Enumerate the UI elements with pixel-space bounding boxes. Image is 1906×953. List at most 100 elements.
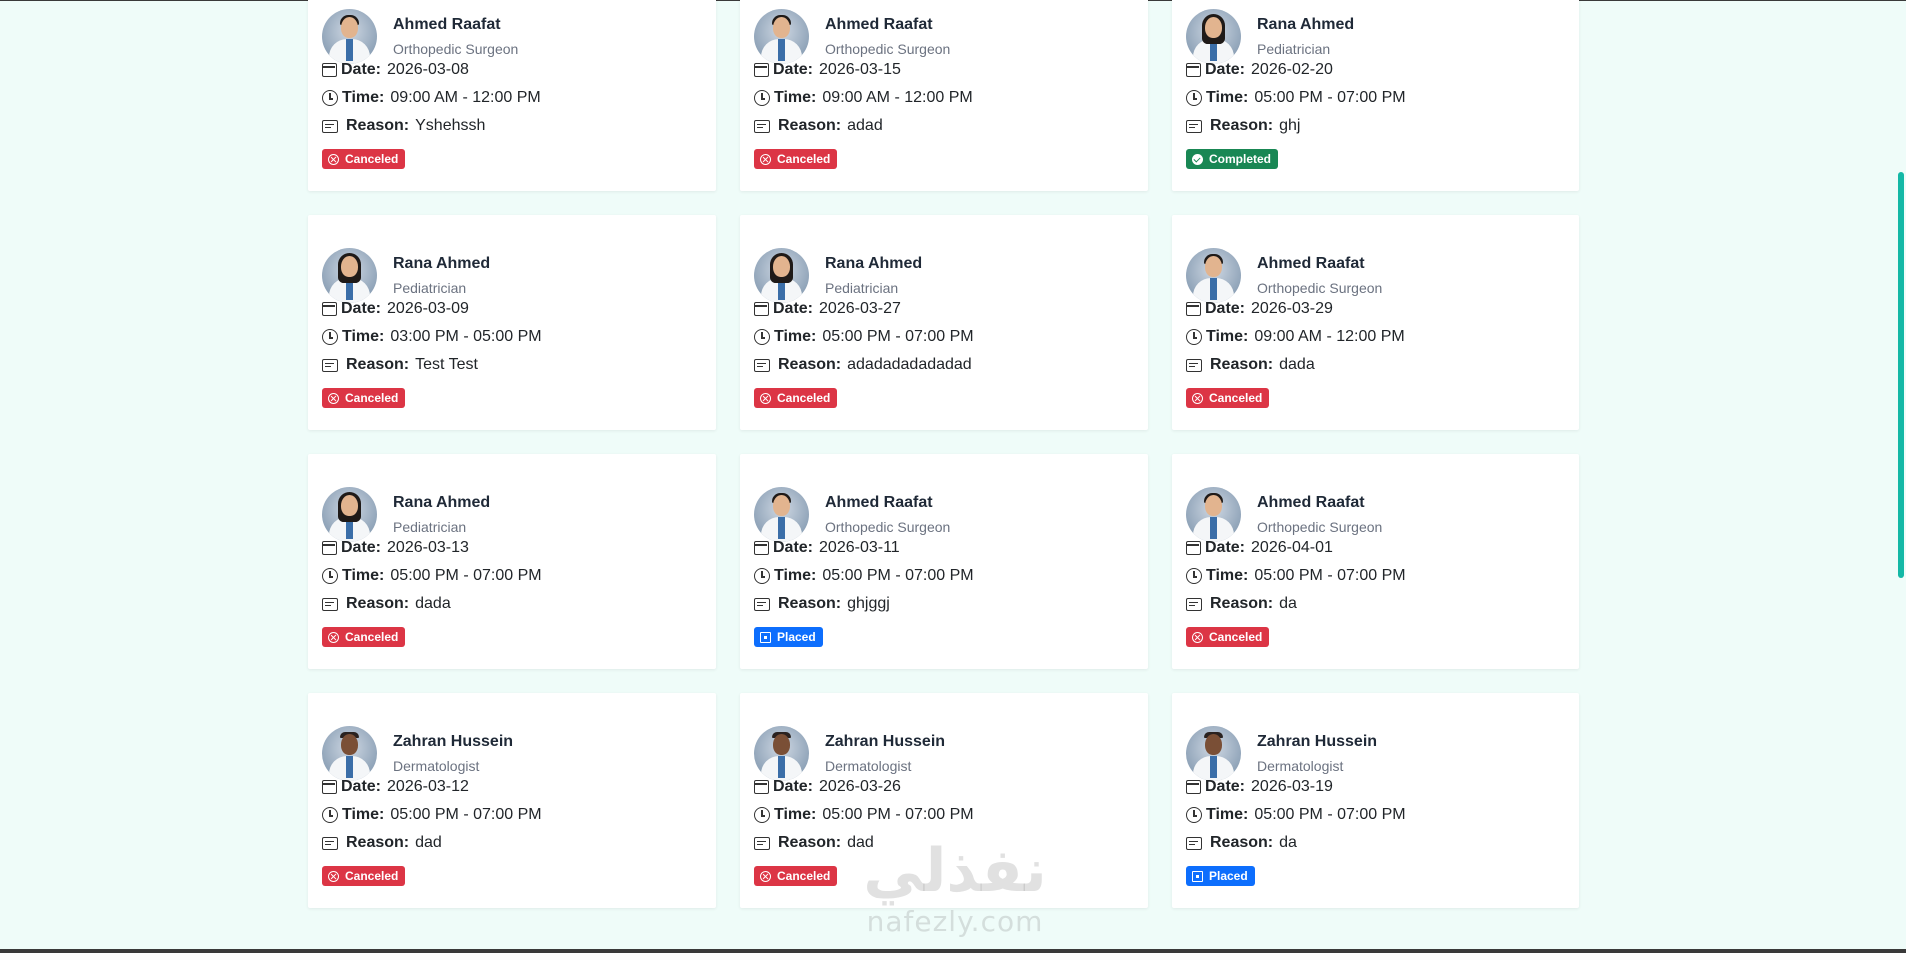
doctor-avatar — [322, 487, 377, 542]
message-icon — [754, 358, 770, 372]
doctor-name: Zahran Hussein — [1257, 733, 1378, 750]
appointment-reason: Reason: dada — [322, 594, 451, 614]
appointment-card: Rana Ahmed Pediatrician Date: 2026-03-09… — [308, 215, 716, 430]
status-text: Canceled — [1209, 630, 1263, 644]
time-value: 09:00 AM - 12:00 PM — [1254, 328, 1405, 345]
reason-label: Reason: — [778, 356, 842, 373]
doctor-specialty: Pediatrician — [393, 519, 467, 535]
time-value: 05:00 PM - 07:00 PM — [822, 806, 974, 823]
date-label: Date: — [341, 300, 382, 317]
doctor-specialty: Orthopedic Surgeon — [825, 41, 951, 57]
doctor-specialty: Dermatologist — [1257, 758, 1344, 774]
calendar-icon — [1186, 780, 1201, 794]
date-label: Date: — [341, 778, 382, 795]
scrollbar-thumb[interactable] — [1898, 172, 1904, 578]
appointment-reason: Reason: da — [1186, 833, 1297, 853]
doctor-specialty: Orthopedic Surgeon — [1257, 280, 1383, 296]
status-text: Canceled — [345, 152, 399, 166]
message-icon — [1186, 119, 1202, 133]
appointment-card: Rana Ahmed Pediatrician Date: 2026-02-20… — [1172, 0, 1579, 191]
appointment-card: Zahran Hussein Dermatologist Date: 2026-… — [740, 693, 1148, 908]
date-value: 2026-03-29 — [1251, 300, 1333, 317]
doctor-header: Ahmed Raafat Orthopedic Surgeon — [754, 487, 950, 542]
appointment-card: Rana Ahmed Pediatrician Date: 2026-03-13… — [308, 454, 716, 669]
clock-icon — [1186, 568, 1202, 584]
reason-value: Test Test — [415, 356, 478, 373]
date-value: 2026-03-13 — [387, 539, 469, 556]
status-badge: Canceled — [1186, 388, 1270, 408]
status-text: Placed — [1209, 869, 1248, 883]
calendar-icon — [1186, 63, 1201, 77]
status-badge: Canceled — [754, 388, 838, 408]
time-label: Time: — [774, 567, 817, 584]
x-circle-icon — [328, 631, 339, 643]
reason-label: Reason: — [346, 356, 410, 373]
doctor-name: Rana Ahmed — [825, 255, 923, 272]
doctor-specialty: Dermatologist — [825, 758, 912, 774]
reason-value: dad — [415, 834, 442, 851]
clock-icon — [754, 329, 770, 345]
appointment-date: Date: 2026-03-11 — [754, 538, 900, 558]
appointment-card: Ahmed Raafat Orthopedic Surgeon Date: 20… — [740, 0, 1148, 191]
doctor-name: Zahran Hussein — [825, 733, 946, 750]
appointment-card: Ahmed Raafat Orthopedic Surgeon Date: 20… — [740, 454, 1148, 669]
clock-icon — [754, 568, 770, 584]
message-icon — [322, 119, 338, 133]
time-value: 09:00 AM - 12:00 PM — [822, 89, 973, 106]
x-circle-icon — [760, 392, 771, 404]
doctor-header: Zahran Hussein Dermatologist — [754, 726, 945, 781]
appointment-card: Zahran Hussein Dermatologist Date: 2026-… — [308, 693, 716, 908]
appointment-reason: Reason: adadadadadadad — [754, 355, 972, 375]
doctor-avatar — [322, 9, 377, 64]
doctor-header: Ahmed Raafat Orthopedic Surgeon — [1186, 248, 1382, 303]
clock-icon — [322, 568, 338, 584]
time-value: 05:00 PM - 07:00 PM — [1254, 89, 1406, 106]
status-text: Canceled — [777, 152, 831, 166]
time-value: 03:00 PM - 05:00 PM — [390, 328, 542, 345]
appointment-time: Time: 05:00 PM - 07:00 PM — [754, 566, 974, 586]
status-text: Canceled — [1209, 391, 1263, 405]
doctor-header: Rana Ahmed Pediatrician — [322, 248, 490, 303]
message-icon — [322, 597, 338, 611]
doctor-specialty: Dermatologist — [393, 758, 480, 774]
message-icon — [1186, 836, 1202, 850]
date-label: Date: — [773, 61, 814, 78]
message-icon — [1186, 358, 1202, 372]
clock-icon — [322, 807, 338, 823]
date-value: 2026-03-09 — [387, 300, 469, 317]
doctor-name: Rana Ahmed — [393, 255, 491, 272]
clock-icon — [1186, 329, 1202, 345]
appointment-date: Date: 2026-03-12 — [322, 777, 469, 797]
status-badge: Canceled — [754, 866, 838, 886]
status-badge: Canceled — [322, 866, 406, 886]
calendar-icon — [322, 63, 337, 77]
time-label: Time: — [774, 89, 817, 106]
appointment-time: Time: 05:00 PM - 07:00 PM — [322, 566, 542, 586]
appointment-reason: Reason: dad — [754, 833, 874, 853]
time-value: 05:00 PM - 07:00 PM — [822, 567, 974, 584]
reason-value: dad — [847, 834, 874, 851]
appointment-date: Date: 2026-03-26 — [754, 777, 901, 797]
reason-label: Reason: — [1210, 117, 1274, 134]
page-scrollbar[interactable] — [1894, 0, 1906, 949]
time-label: Time: — [1206, 328, 1249, 345]
reason-value: dada — [1279, 356, 1315, 373]
doctor-header: Rana Ahmed Pediatrician — [1186, 9, 1354, 64]
status-text: Canceled — [777, 869, 831, 883]
appointment-date: Date: 2026-03-15 — [754, 60, 901, 80]
doctor-name: Ahmed Raafat — [1257, 255, 1365, 272]
doctor-specialty: Orthopedic Surgeon — [1257, 519, 1383, 535]
time-label: Time: — [342, 328, 385, 345]
clock-icon — [1186, 807, 1202, 823]
reason-value: ghjggj — [847, 595, 890, 612]
time-value: 05:00 PM - 07:00 PM — [822, 328, 974, 345]
x-circle-icon — [760, 870, 771, 882]
calendar-plus-icon — [760, 631, 771, 643]
appointment-reason: Reason: Yshehssh — [322, 116, 485, 136]
watermark-latin: nafezly.com — [866, 905, 1044, 938]
date-value: 2026-03-08 — [387, 61, 469, 78]
doctor-name: Ahmed Raafat — [1257, 494, 1365, 511]
reason-value: Yshehssh — [415, 117, 486, 134]
status-badge: Canceled — [322, 388, 406, 408]
message-icon — [322, 358, 338, 372]
